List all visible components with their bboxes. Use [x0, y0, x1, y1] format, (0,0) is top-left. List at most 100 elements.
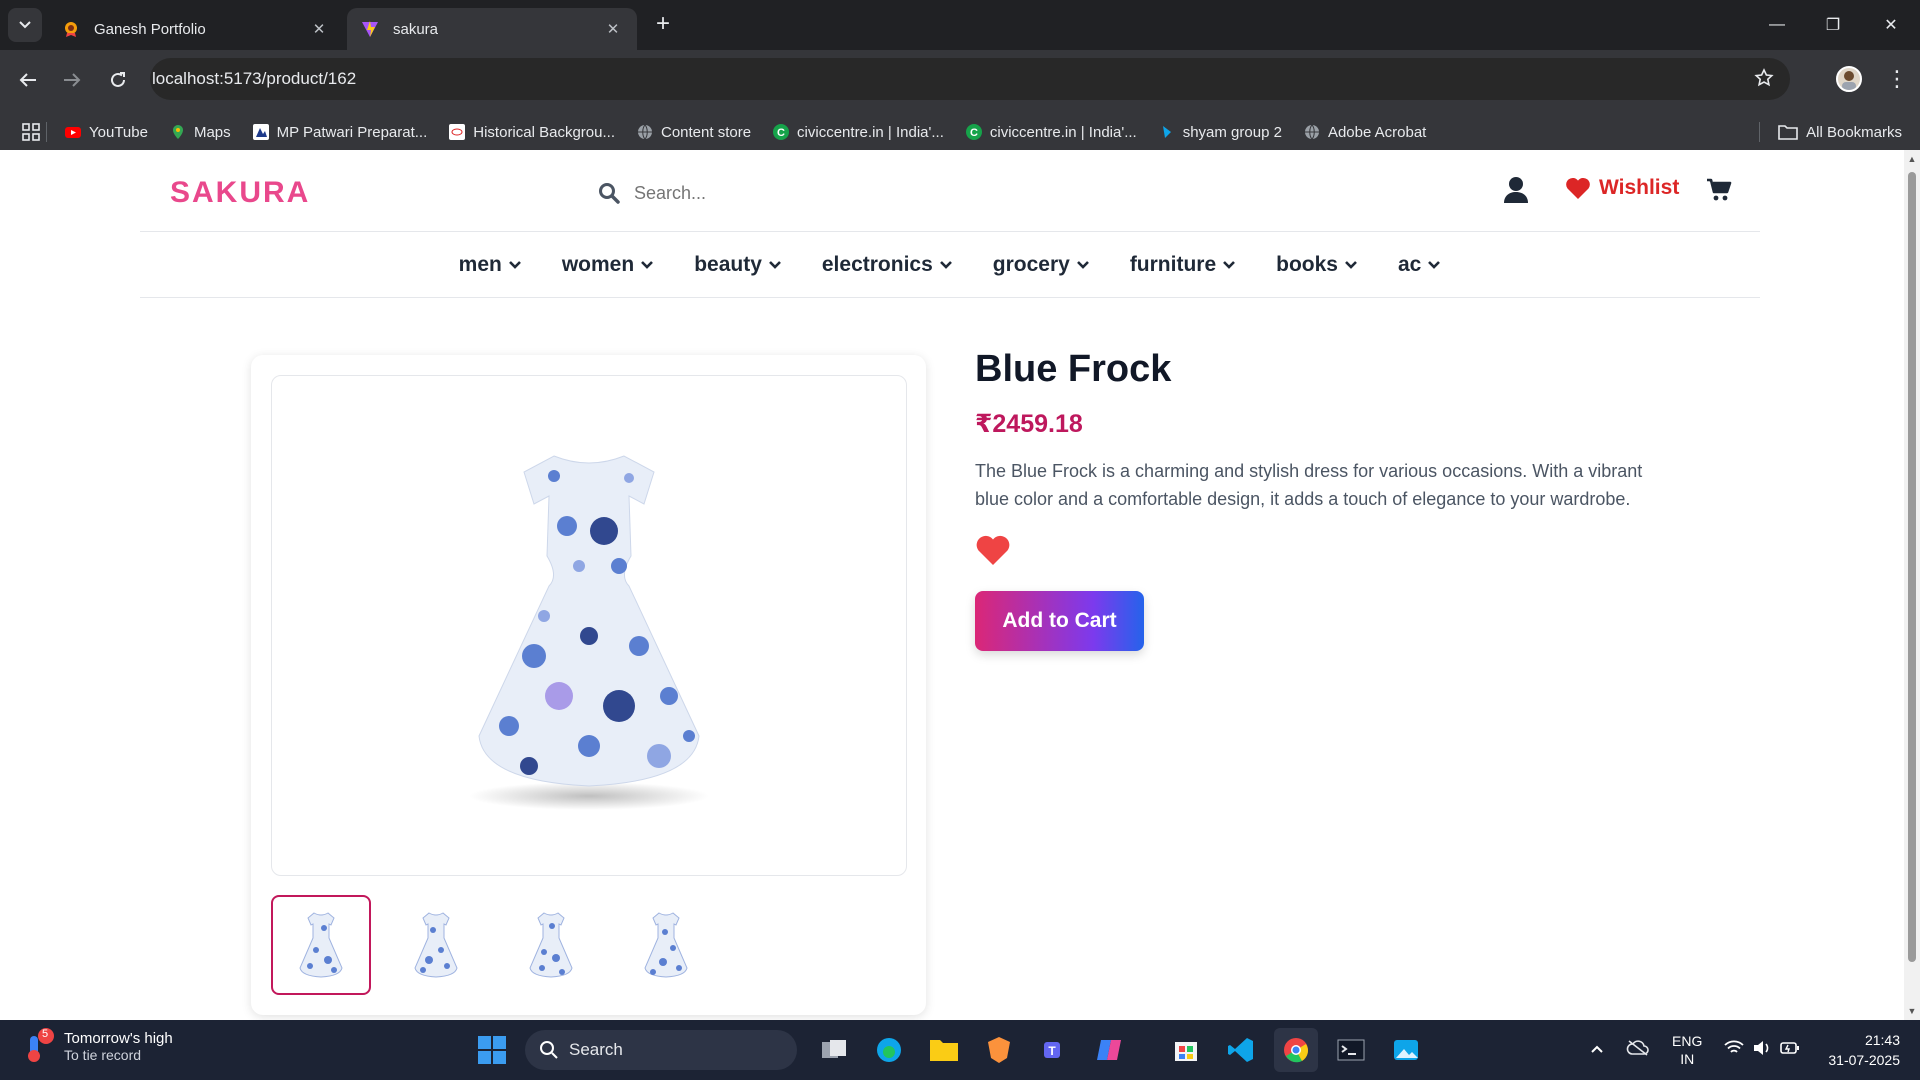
product-main-image: [271, 375, 907, 876]
windows-start-icon[interactable]: [470, 1028, 514, 1072]
category-women[interactable]: women: [562, 253, 654, 277]
tab-search-button[interactable]: [8, 8, 42, 42]
file-explorer-icon[interactable]: [922, 1028, 966, 1072]
restore-icon[interactable]: ❐: [1818, 12, 1848, 38]
profile-avatar[interactable]: [1836, 66, 1862, 92]
close-tab-icon[interactable]: ✕: [309, 20, 329, 38]
weather-subtitle: To tie record: [64, 1046, 142, 1063]
apps-grid-icon[interactable]: [22, 123, 42, 141]
edge-browser-icon[interactable]: [867, 1028, 911, 1072]
cart-icon[interactable]: [1706, 178, 1732, 207]
user-account-icon[interactable]: [1503, 176, 1529, 209]
category-nav: men women beauty electronics grocery fur…: [140, 232, 1760, 298]
site-logo[interactable]: SAKURA: [170, 176, 310, 210]
minimize-icon[interactable]: —: [1762, 12, 1792, 38]
browser-menu-icon[interactable]: ⋮: [1886, 64, 1908, 94]
scroll-down-icon[interactable]: ▼: [1907, 1006, 1917, 1016]
search-icon[interactable]: [598, 182, 620, 204]
product-gallery: [251, 355, 926, 1015]
close-tab-icon[interactable]: ✕: [603, 20, 623, 38]
terminal-icon[interactable]: [1329, 1028, 1373, 1072]
tab-ganesh-portfolio[interactable]: Ganesh Portfolio ✕: [48, 8, 343, 50]
category-electronics[interactable]: electronics: [822, 253, 953, 277]
task-view-icon[interactable]: [812, 1028, 856, 1072]
category-books[interactable]: books: [1276, 253, 1358, 277]
vite-favicon-icon: [362, 21, 378, 37]
chevron-up-icon[interactable]: [1590, 1041, 1604, 1059]
bookmark-maps[interactable]: Maps: [170, 124, 231, 141]
thumbnail-4[interactable]: [616, 895, 716, 995]
browser-toolbar: localhost:5173/product/162 ⋮ YouTube Map…: [0, 50, 1920, 275]
volume-icon[interactable]: [1752, 1040, 1772, 1061]
copilot-icon[interactable]: [1087, 1028, 1131, 1072]
bookmark-icon: [449, 124, 466, 140]
add-to-wishlist-heart-icon[interactable]: [975, 533, 1015, 573]
chevron-down-icon: [508, 260, 521, 269]
teams-icon[interactable]: T: [1032, 1028, 1076, 1072]
reload-icon: [111, 72, 125, 87]
vscode-icon[interactable]: [1219, 1028, 1263, 1072]
windows-taskbar: 5 Tomorrow's high To tie record Search T…: [0, 1020, 1920, 1080]
bookmark-shyam-group[interactable]: shyam group 2: [1159, 124, 1282, 141]
chevron-down-icon: [939, 260, 952, 269]
thermometer-icon: [28, 1028, 54, 1062]
add-to-cart-button[interactable]: Add to Cart: [975, 591, 1144, 651]
search-input[interactable]: [634, 182, 854, 204]
bookmark-civiccentre-1[interactable]: C civiccentre.in | India'...: [773, 124, 944, 141]
bookmark-mp-patwari[interactable]: MP Patwari Preparat...: [252, 124, 427, 141]
arrow-right-icon: [64, 73, 81, 87]
weather-widget[interactable]: 5 Tomorrow's high To tie record: [24, 1028, 173, 1064]
back-button[interactable]: [12, 64, 44, 96]
taskbar-search[interactable]: Search: [525, 1030, 797, 1070]
battery-icon[interactable]: [1780, 1041, 1800, 1060]
page-scrollbar[interactable]: ▲ ▼: [1904, 150, 1920, 1020]
reload-button[interactable]: [102, 64, 134, 96]
product-price: ₹2459.18: [975, 410, 1083, 438]
maps-icon: [172, 125, 183, 139]
search-icon: [540, 1041, 558, 1059]
browser-tab-strip: Ganesh Portfolio ✕ sakura ✕ + — ❐ ✕: [0, 0, 1920, 50]
svg-text:C: C: [970, 127, 978, 139]
thumbnail-3[interactable]: [501, 895, 601, 995]
photos-app-icon[interactable]: [1384, 1028, 1428, 1072]
bookmark-youtube[interactable]: YouTube: [65, 124, 148, 141]
all-bookmarks-button[interactable]: All Bookmarks: [1759, 122, 1902, 142]
weather-badge: 5: [42, 1028, 49, 1040]
thumbnail-1[interactable]: [271, 895, 371, 995]
system-tray: ENG IN 21:43 31-07-2025: [1590, 1020, 1920, 1080]
scrollbar-thumb[interactable]: [1908, 172, 1916, 962]
category-ac[interactable]: ac: [1398, 253, 1441, 277]
bookmark-adobe-acrobat[interactable]: Adobe Acrobat: [1304, 124, 1426, 141]
chevron-down-icon: [19, 21, 31, 29]
address-bar[interactable]: localhost:5173/product/162: [150, 58, 1790, 275]
category-furniture[interactable]: furniture: [1130, 253, 1236, 277]
bookmark-civiccentre-2[interactable]: C civiccentre.in | India'...: [965, 124, 1137, 141]
bookmark-star-icon[interactable]: [1754, 68, 1774, 93]
microsoft-store-icon[interactable]: [1164, 1028, 1208, 1072]
system-clock[interactable]: 21:43 31-07-2025: [1828, 1030, 1900, 1070]
wifi-icon[interactable]: [1724, 1040, 1744, 1061]
category-grocery[interactable]: grocery: [993, 253, 1090, 277]
tab-sakura[interactable]: sakura ✕: [347, 8, 637, 50]
new-tab-button[interactable]: +: [650, 12, 676, 38]
close-window-icon[interactable]: ✕: [1876, 12, 1906, 38]
forward-button[interactable]: [56, 64, 88, 96]
bookmark-icon: [252, 124, 269, 140]
civiccentre-icon: C: [773, 124, 790, 140]
onedrive-icon[interactable]: [1626, 1039, 1650, 1062]
input-language[interactable]: ENG IN: [1672, 1032, 1702, 1068]
svg-text:T: T: [1048, 1044, 1056, 1058]
globe-icon: [637, 124, 652, 140]
bookmark-content-store[interactable]: Content store: [637, 124, 751, 141]
bookmark-historical[interactable]: Historical Backgrou...: [449, 124, 615, 141]
category-beauty[interactable]: beauty: [694, 253, 782, 277]
brave-browser-icon[interactable]: [977, 1028, 1021, 1072]
product-info: Blue Frock ₹2459.18 The Blue Frock is a …: [975, 348, 1675, 651]
thumbnail-2[interactable]: [386, 895, 486, 995]
category-men[interactable]: men: [459, 253, 522, 277]
scroll-up-icon[interactable]: ▲: [1907, 154, 1917, 164]
chevron-down-icon: [1428, 260, 1441, 269]
chrome-icon[interactable]: [1274, 1028, 1318, 1072]
chevron-down-icon: [1076, 260, 1089, 269]
wishlist-link[interactable]: Wishlist: [1565, 176, 1679, 200]
